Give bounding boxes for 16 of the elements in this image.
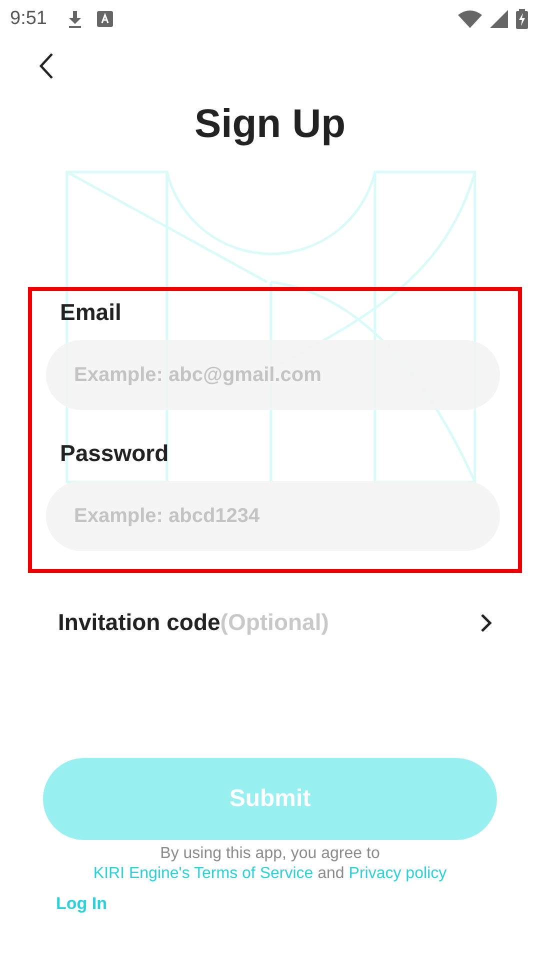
terms-link[interactable]: Privacy policy (348, 865, 447, 882)
chevron-right-icon (480, 612, 492, 632)
page-title: Sign Up (193, 102, 347, 147)
terms-text: By using this app, you agree to KIRI Engine's Terms of Service and Privacy policy (92, 844, 448, 884)
invitation-label: Invitation code (58, 609, 220, 636)
terms-link[interactable]: Service (260, 865, 314, 882)
download-icon (66, 9, 83, 29)
status-time: 9:51 (10, 8, 47, 30)
field-label: Password (60, 440, 170, 467)
field-label: Email (60, 299, 122, 326)
battery-charging-icon (516, 9, 528, 29)
login-link[interactable]: Log In (56, 894, 107, 914)
terms-link[interactable]: KIRI Engine's Terms of (93, 865, 260, 882)
signal-icon (490, 10, 508, 28)
wifi-icon (458, 10, 482, 28)
keyboard-notification-icon (96, 11, 113, 27)
